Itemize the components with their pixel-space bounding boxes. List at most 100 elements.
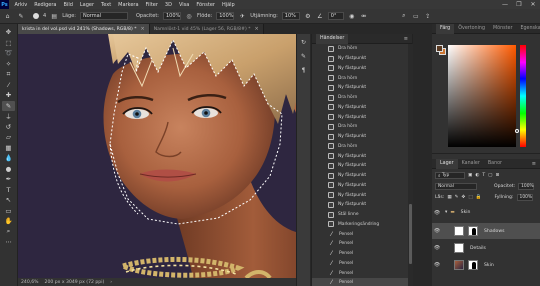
eraser-tool-icon[interactable]: ▱ <box>2 132 15 143</box>
history-item[interactable]: Ny fästpunkt <box>312 190 408 200</box>
layer-mask-thumbnail[interactable] <box>468 226 478 236</box>
menu-visa[interactable]: Visa <box>175 2 192 8</box>
pressure-opacity-icon[interactable]: ◎ <box>185 13 193 20</box>
blend-mode-select[interactable]: Normal <box>435 183 477 190</box>
close-window-button[interactable]: ✕ <box>526 0 540 9</box>
path-select-tool-icon[interactable]: ↖ <box>2 195 15 206</box>
filter-adjust-icon[interactable]: ◐ <box>475 173 479 178</box>
filter-type-icon[interactable]: T <box>482 173 485 178</box>
zoom-tool-icon[interactable]: ⌕ <box>2 227 15 238</box>
symmetry-icon[interactable]: ⚮ <box>360 13 368 20</box>
history-item[interactable]: Dra hörn <box>312 73 408 83</box>
more-tools-icon[interactable]: ⋯ <box>2 237 15 248</box>
layer-row[interactable]: 👁 Details <box>432 240 540 256</box>
angle-icon[interactable]: ∠ <box>316 13 324 20</box>
maximize-button[interactable]: ❐ <box>512 0 526 9</box>
history-item[interactable]: Ny fästpunkt <box>312 171 408 181</box>
history-menu-icon[interactable]: ≡ <box>404 36 408 42</box>
pressure-size-icon[interactable]: ◉ <box>348 13 356 20</box>
type-tool-icon[interactable]: T <box>2 185 15 196</box>
history-panel-icon[interactable]: ↻ <box>299 37 309 47</box>
group-expand-icon[interactable]: ▾ <box>445 210 447 215</box>
visibility-eye-icon[interactable]: 👁 <box>432 210 442 216</box>
healing-tool-icon[interactable]: ✚ <box>2 90 15 101</box>
history-item[interactable]: Ny fästpunkt <box>312 83 408 93</box>
lasso-tool-icon[interactable]: ➰ <box>2 48 15 59</box>
history-item[interactable]: Ny fästpunkt <box>312 54 408 64</box>
visibility-eye-icon[interactable]: 👁 <box>432 262 442 268</box>
menu-arkiv[interactable]: Arkiv <box>11 2 31 8</box>
blur-tool-icon[interactable]: 💧 <box>2 153 15 164</box>
filter-shape-icon[interactable]: ▢ <box>488 173 492 178</box>
history-item[interactable]: Ny fästpunkt <box>312 151 408 161</box>
home-icon[interactable]: ⌂ <box>3 13 12 20</box>
tab-krista[interactable]: krista in del vol.psd vid 241% (Shadows,… <box>18 24 150 34</box>
opacity-field[interactable]: 100% <box>162 12 181 20</box>
menu-redigera[interactable]: Redigera <box>31 2 60 8</box>
document-canvas[interactable] <box>18 34 310 278</box>
foreground-color-swatch[interactable] <box>436 45 443 52</box>
dodge-tool-icon[interactable]: ● <box>2 164 15 175</box>
history-item[interactable]: Ny fästpunkt <box>312 200 408 210</box>
filter-smart-icon[interactable]: ⊞ <box>496 173 500 178</box>
filter-pixel-icon[interactable]: ▣ <box>468 173 472 178</box>
history-item[interactable]: Ny fästpunkt <box>312 132 408 142</box>
share-icon[interactable]: ⇪ <box>424 13 432 20</box>
move-tool-icon[interactable]: ✥ <box>2 27 15 38</box>
history-scrollbar-thumb[interactable] <box>409 204 412 264</box>
layer-row[interactable]: 👁 Skin <box>432 257 540 273</box>
tab-namnlost[interactable]: Namnlöst-1 vid 45% (Lager 56, RGB/8#) * … <box>149 24 264 34</box>
brush-preset-icon[interactable]: ✎ <box>16 13 26 20</box>
brush-size-value[interactable]: 4 <box>43 13 46 19</box>
layer-row[interactable]: 👁 Shadows <box>432 223 540 239</box>
history-item[interactable]: ⁄ Pensel <box>312 239 408 249</box>
history-item[interactable]: ⁄ Pensel <box>312 249 408 259</box>
color-field[interactable] <box>448 45 516 147</box>
history-item[interactable]: ⁄ Pensel <box>312 259 408 269</box>
history-item[interactable]: Dra hörn <box>312 142 408 152</box>
shape-tool-icon[interactable]: ▭ <box>2 206 15 217</box>
history-tab[interactable]: Händelser <box>316 33 349 44</box>
lock-paint-icon[interactable]: ✎ <box>455 195 459 200</box>
close-tab-icon[interactable]: × <box>255 26 259 32</box>
lock-all-icon[interactable]: 🔒 <box>476 195 482 200</box>
history-item[interactable]: ⁄ Pensel <box>312 278 408 286</box>
pen-tool-icon[interactable]: ✒ <box>2 174 15 185</box>
tab-monster[interactable]: Mönster <box>489 24 516 34</box>
menu-lager[interactable]: Lager <box>76 2 97 8</box>
tab-kanaler[interactable]: Kanaler <box>458 159 484 169</box>
visibility-eye-icon[interactable]: 👁 <box>432 245 442 251</box>
eyedropper-tool-icon[interactable]: ⁄ <box>2 80 15 91</box>
smoothing-field[interactable]: 10% <box>281 12 300 20</box>
layer-mask-thumbnail[interactable] <box>468 260 478 270</box>
lock-move-icon[interactable]: ✥ <box>462 195 466 200</box>
zoom-level[interactable]: 240,6% <box>21 280 39 285</box>
layers-menu-icon[interactable]: ≡ <box>532 161 536 167</box>
angle-field[interactable]: 0° <box>327 12 344 20</box>
menu-text[interactable]: Text <box>98 2 115 8</box>
history-item[interactable]: Dra hörn <box>312 93 408 103</box>
layer-filter-select[interactable]: ⌕ Typ <box>435 172 465 179</box>
brush-settings-icon[interactable]: ▤ <box>50 13 58 20</box>
history-item[interactable]: Ny fästpunkt <box>312 103 408 113</box>
history-item[interactable]: Ny fästpunkt <box>312 161 408 171</box>
gradient-tool-icon[interactable]: ▦ <box>2 143 15 154</box>
close-tab-icon[interactable]: × <box>141 26 145 32</box>
lock-artboard-icon[interactable]: ⬚ <box>468 195 472 200</box>
fill-field[interactable]: 100% <box>516 194 533 201</box>
color-picker-marker[interactable] <box>515 129 519 133</box>
clone-stamp-tool-icon[interactable]: ⍊ <box>2 111 15 122</box>
hue-slider[interactable] <box>520 45 526 147</box>
menu-markera[interactable]: Markera <box>115 2 142 8</box>
menu-filter[interactable]: Filter <box>142 2 161 8</box>
tab-banor[interactable]: Banor <box>484 159 506 169</box>
history-item[interactable]: Ny fästpunkt <box>312 112 408 122</box>
history-item[interactable]: ⁄ Pensel <box>312 229 408 239</box>
menu-fonster[interactable]: Fönster <box>193 2 219 8</box>
lock-pixels-icon[interactable]: ▦ <box>447 195 451 200</box>
workspace-icon[interactable]: ▭ <box>412 13 420 20</box>
layer-opacity-field[interactable]: 100% <box>518 183 535 190</box>
smoothing-settings-icon[interactable]: ⚙ <box>304 13 312 20</box>
visibility-eye-icon[interactable]: 👁 <box>432 228 442 234</box>
hand-tool-icon[interactable]: ✋ <box>2 216 15 227</box>
